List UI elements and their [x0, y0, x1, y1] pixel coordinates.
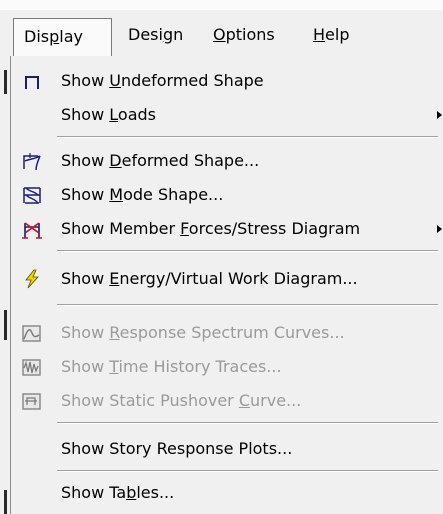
mode-shape-icon	[23, 187, 41, 204]
left-edge-mark	[4, 490, 7, 514]
menu-item-show-time-history[interactable]: Show Time History Traces...	[11, 350, 443, 384]
deformed-shape-icon	[23, 153, 41, 171]
menu-item-label: Show Mode Shape...	[61, 185, 224, 204]
menu-item-label: Show Energy/Virtual Work Diagram...	[61, 269, 358, 288]
time-history-icon	[22, 359, 41, 376]
menu-item-show-story-response-plots[interactable]: Show Story Response Plots...	[11, 432, 443, 466]
menu-item-show-undeformed-shape[interactable]: Show Undeformed Shape	[11, 64, 443, 98]
menu-item-show-mode-shape[interactable]: Show Mode Shape...	[11, 178, 443, 212]
submenu-arrow-icon	[437, 111, 442, 119]
menu-item-show-response-spectrum[interactable]: Show Response Spectrum Curves...	[11, 316, 443, 350]
menu-separator	[57, 470, 438, 472]
menu-item-show-energy-diagram[interactable]: Show Energy/Virtual Work Diagram...	[11, 262, 443, 296]
menu-separator	[57, 250, 438, 252]
menu-item-label: Show Story Response Plots...	[61, 439, 293, 458]
menu-options[interactable]: Options	[205, 20, 275, 50]
menu-separator	[57, 136, 438, 138]
left-edge-mark	[4, 310, 7, 340]
menu-item-label: Show Member Forces/Stress Diagram	[61, 219, 361, 238]
menu-separator	[57, 304, 438, 306]
menu-bar: Display Design Options Help	[0, 0, 443, 56]
menu-item-show-member-forces[interactable]: Show Member Forces/Stress Diagram	[11, 212, 443, 246]
pushover-curve-icon	[22, 393, 41, 410]
display-dropdown-menu: Show Undeformed Shape Show Loads Show De…	[10, 56, 443, 514]
menu-item-label: Show Tables...	[61, 483, 175, 502]
menu-item-show-pushover-curve[interactable]: Show Static Pushover Curve...	[11, 384, 443, 418]
menu-item-show-tables[interactable]: Show Tables...	[11, 476, 443, 510]
menu-item-label: Show Loads	[61, 105, 156, 124]
menu-item-label: Show Deformed Shape...	[61, 151, 260, 170]
menu-item-label: Show Undeformed Shape	[61, 71, 264, 90]
response-spectrum-icon	[22, 325, 41, 342]
member-forces-icon	[22, 222, 42, 239]
menu-item-label: Show Static Pushover Curve...	[61, 391, 302, 410]
menu-help[interactable]: Help	[305, 20, 349, 50]
left-edge-mark	[4, 70, 7, 94]
menu-separator	[57, 422, 438, 424]
menu-item-label: Show Time History Traces...	[61, 357, 282, 376]
menu-item-show-loads[interactable]: Show Loads	[11, 98, 443, 132]
menu-item-label: Show Response Spectrum Curves...	[61, 323, 345, 342]
menu-design[interactable]: Design	[120, 20, 183, 50]
submenu-arrow-icon	[437, 225, 442, 233]
lightning-icon	[25, 269, 39, 289]
undeformed-frame-icon	[25, 76, 39, 89]
menu-item-show-deformed-shape[interactable]: Show Deformed Shape...	[11, 144, 443, 178]
menu-display[interactable]: Display	[13, 18, 112, 56]
